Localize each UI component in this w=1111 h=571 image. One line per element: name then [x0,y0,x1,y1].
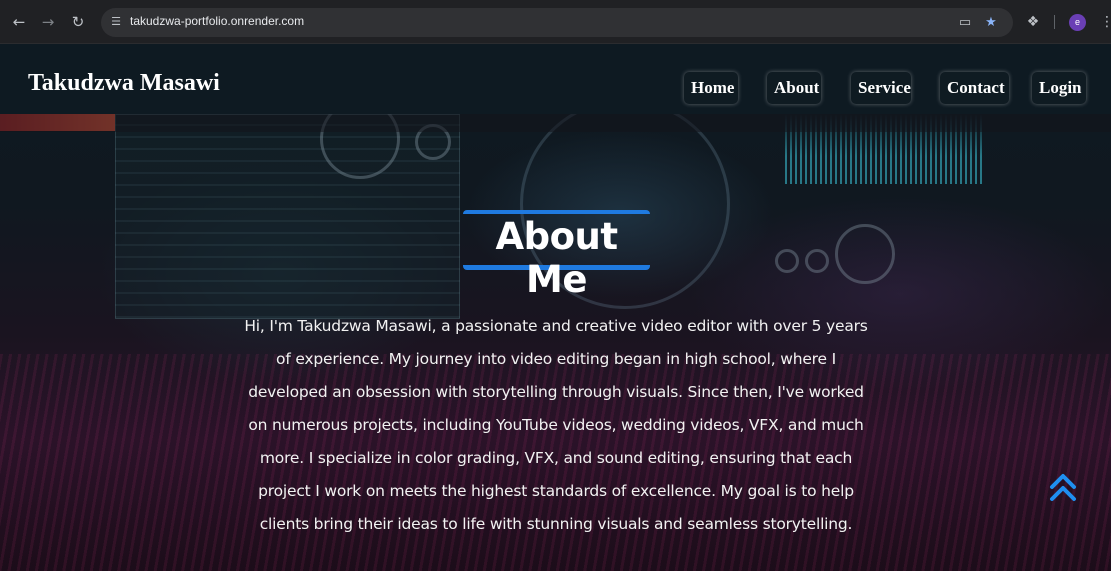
nav-service[interactable]: Service [851,72,911,104]
back-icon[interactable]: ← [8,11,30,33]
knob-decoration [775,249,799,273]
web-page: Takudzwa Masawi Home About Service Conta… [0,44,1111,571]
nav-login[interactable]: Login [1032,72,1086,104]
browser-toolbar: ← → ↻ ☰ takudzwa-portfolio.onrender.com … [0,0,1111,44]
knob-decoration [805,249,829,273]
address-bar[interactable]: ☰ takudzwa-portfolio.onrender.com ▭ ★ [101,8,1013,37]
about-title-frame: About Me [463,210,650,301]
reload-icon[interactable]: ↻ [67,11,89,33]
nav-home[interactable]: Home [684,72,738,104]
url-text[interactable]: takudzwa-portfolio.onrender.com [130,14,304,28]
profile-avatar[interactable]: e [1069,14,1086,31]
nav-about[interactable]: About [767,72,821,104]
star-icon[interactable]: ★ [982,14,1000,32]
puzzle-icon[interactable]: ❖ [1023,12,1043,32]
header-shadow [0,114,1111,132]
forward-icon[interactable]: → [37,11,59,33]
film-reel-icon [835,224,895,284]
site-header: Takudzwa Masawi Home About Service Conta… [0,44,1111,114]
about-title: About Me [495,215,618,301]
brand-logo[interactable]: Takudzwa Masawi [28,70,220,97]
install-app-icon[interactable]: ▭ [956,14,974,32]
nav-contact[interactable]: Contact [940,72,1009,104]
background-editor-panel [115,114,460,319]
site-info-icon[interactable]: ☰ [109,15,123,29]
toolbar-separator [1054,15,1055,29]
about-bio: Hi, I'm Takudzwa Masawi, a passionate an… [244,317,868,533]
scroll-to-top-icon[interactable] [1048,472,1078,504]
kebab-icon[interactable]: ⋮ [1100,12,1111,32]
